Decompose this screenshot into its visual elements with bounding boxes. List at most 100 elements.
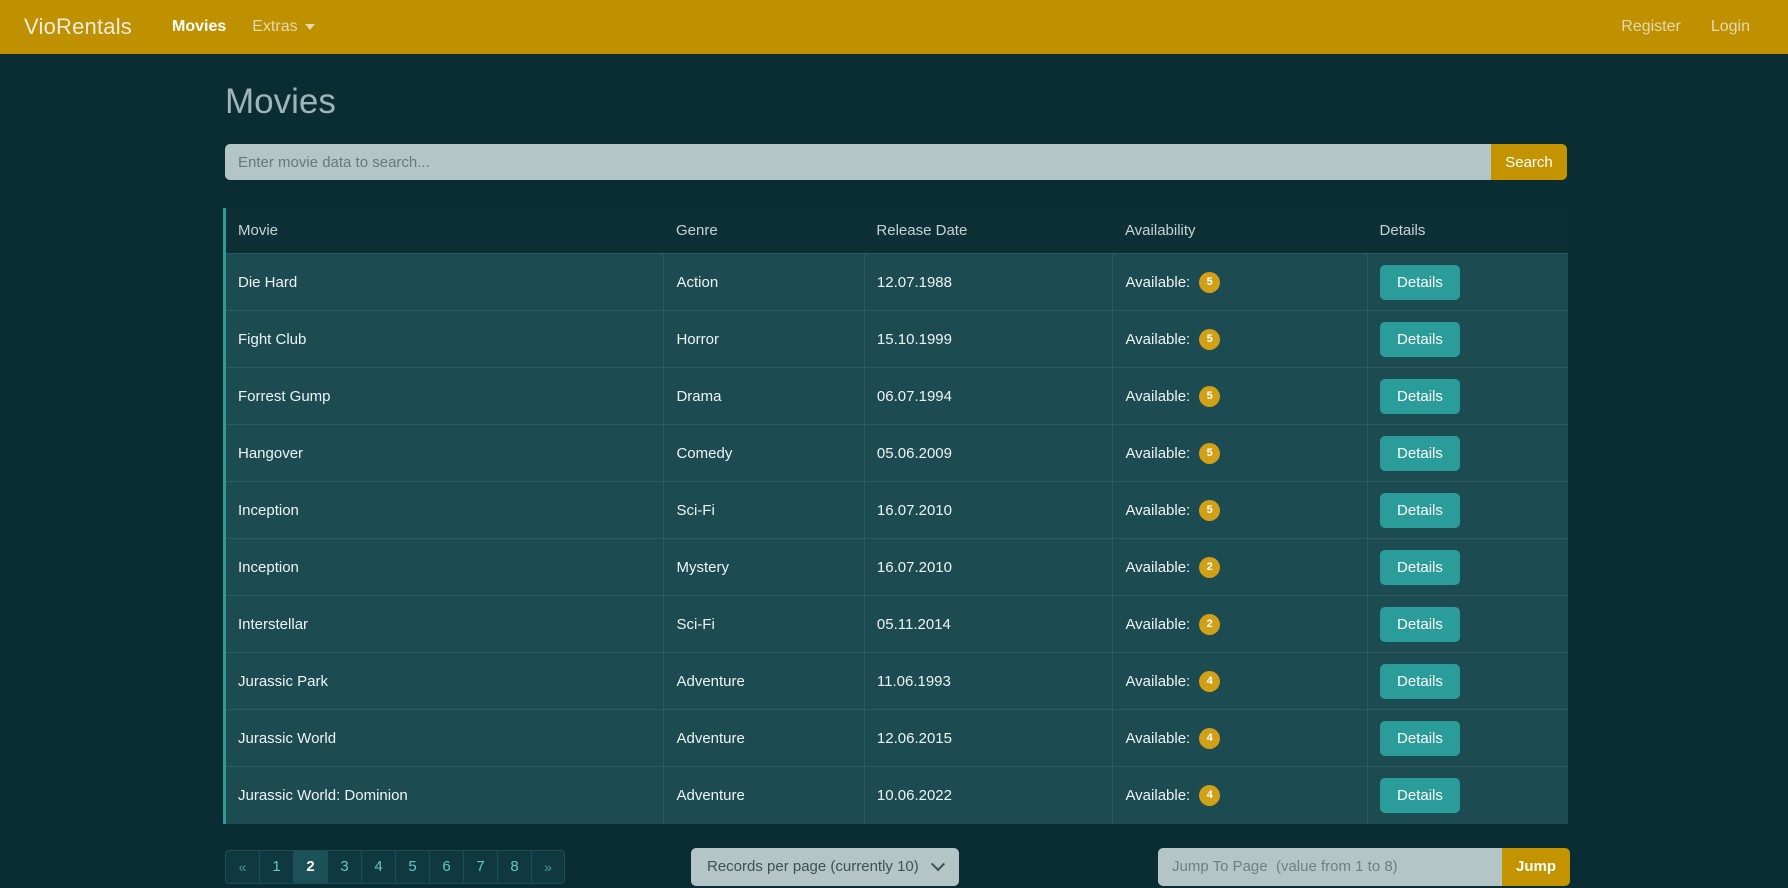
availability-badge: 4 [1199,727,1221,749]
pagination-page-1[interactable]: 1 [259,849,293,884]
pagination-prev[interactable]: « [225,849,259,884]
availability-group: Available: 4 [1125,670,1367,692]
table-row: Inception Mystery 16.07.2010 Available: 2 Det… [226,538,1568,596]
availability-group: Available: 2 [1125,613,1367,635]
cell-genre: Sci-Fi [663,481,865,539]
cell-movie: Forrest Gump [226,367,665,425]
cell-genre: Adventure [663,766,865,824]
cell-release-date: 16.07.2010 [864,481,1114,539]
cell-movie: Die Hard [226,253,665,311]
details-button[interactable]: Details [1380,492,1460,528]
details-button[interactable]: Details [1380,321,1460,357]
search-input[interactable] [225,144,1491,180]
availability-label: Available: [1125,558,1191,576]
pagination-page-7[interactable]: 7 [463,849,497,884]
pagination: «1 2 3 4 5 6 7 8» [225,849,565,884]
brand-logo[interactable]: VioRentals [24,14,132,40]
jump-to-page-input[interactable] [1158,847,1502,886]
nav-link-movies-label: Movies [172,18,227,35]
details-button[interactable]: Details [1380,378,1460,414]
availability-label: Available: [1125,501,1191,519]
login-link[interactable]: Login [1711,18,1750,36]
cell-movie: Jurassic World: Dominion [226,766,665,824]
table-row: Die Hard Action 12.07.1988 Available: 5 Detai… [226,253,1568,311]
cell-details: Details [1367,595,1568,653]
cell-release-date: 11.06.1993 [864,652,1114,710]
cell-availability: Available: 4 [1112,766,1369,824]
pagination-page-4[interactable]: 4 [361,849,395,884]
cell-release-date: 16.07.2010 [864,538,1114,596]
cell-movie: Inception [226,538,665,596]
cell-availability: Available: 5 [1112,253,1369,311]
pagination-page-5[interactable]: 5 [395,849,429,884]
availability-label: Available: [1125,387,1191,405]
content-container: Movies Search Movie Genre Release Date A… [222,82,1570,886]
availability-group: Available: 5 [1125,442,1367,464]
availability-label: Available: [1125,444,1191,462]
records-per-page-select[interactable]: Records per page (currently 10) [691,847,959,886]
availability-label: Available: [1125,615,1191,633]
cell-availability: Available: 5 [1112,481,1369,539]
details-button[interactable]: Details [1380,264,1460,300]
cell-genre: Sci-Fi [663,595,865,653]
cell-genre: Comedy [663,424,865,482]
nav-link-extras[interactable]: Extras [252,18,315,36]
cell-details: Details [1367,424,1568,482]
table-body: Die Hard Action 12.07.1988 Available: 5 Detai… [226,253,1568,824]
table-row: Jurassic Park Adventure 11.06.1993 Availabl… [226,652,1568,710]
details-button[interactable]: Details [1380,720,1460,756]
availability-label: Available: [1125,786,1191,804]
cell-details: Details [1367,481,1568,539]
nav-link-movies[interactable]: Movies [172,18,226,36]
cell-details: Details [1367,538,1568,596]
nav-link-extras-label: Extras [252,18,298,35]
details-button[interactable]: Details [1380,606,1460,642]
pagination-page-8[interactable]: 8 [497,849,531,884]
availability-badge: 5 [1199,499,1221,521]
navbar: VioRentals Movies Extras Register Login [0,0,1788,54]
pagination-next[interactable]: » [531,849,565,884]
availability-group: Available: 5 [1125,328,1367,350]
availability-label: Available: [1125,729,1191,747]
movies-table-wrapper: Movie Genre Release Date Availability De… [223,208,1568,824]
cell-availability: Available: 4 [1112,709,1369,767]
pagination-page-6[interactable]: 6 [429,849,463,884]
cell-details: Details [1367,652,1568,710]
availability-group: Available: 5 [1125,499,1367,521]
availability-badge: 4 [1199,784,1221,806]
nav-links: Movies Extras [172,18,315,36]
cell-genre: Adventure [663,652,865,710]
table-row: Interstellar Sci-Fi 05.11.2014 Available: 2 D… [226,595,1568,653]
cell-release-date: 05.11.2014 [864,595,1114,653]
availability-badge: 2 [1199,613,1221,635]
table-row: Hangover Comedy 05.06.2009 Available: 5 Detai… [226,424,1568,482]
register-link[interactable]: Register [1621,18,1681,36]
cell-movie: Fight Club [226,310,665,368]
cell-release-date: 15.10.1999 [864,310,1114,368]
details-button[interactable]: Details [1380,435,1460,471]
table-row: Fight Club Horror 15.10.1999 Available: 5 Det… [226,310,1568,368]
records-per-page-label: Records per page (currently 10) [707,858,919,875]
column-header-genre: Genre [663,208,865,254]
jump-to-page-group: Jump [1158,847,1570,886]
search-button[interactable]: Search [1491,144,1567,180]
cell-availability: Available: 2 [1112,538,1369,596]
cell-details: Details [1367,367,1568,425]
table-row: Jurassic World: Dominion Adventure 10.06.2… [226,766,1568,824]
availability-group: Available: 5 [1125,385,1367,407]
chevron-down-icon [930,856,945,871]
availability-group: Available: 5 [1125,271,1367,293]
pagination-page-3[interactable]: 3 [327,849,361,884]
cell-movie: Interstellar [226,595,665,653]
cell-movie: Jurassic World [226,709,665,767]
details-button[interactable]: Details [1380,663,1460,699]
availability-group: Available: 4 [1125,727,1367,749]
details-button[interactable]: Details [1380,777,1460,813]
pagination-page-2[interactable]: 2 [293,849,327,884]
availability-group: Available: 4 [1125,784,1367,806]
jump-button[interactable]: Jump [1502,847,1570,886]
availability-label: Available: [1125,330,1191,348]
availability-label: Available: [1125,672,1191,690]
details-button[interactable]: Details [1380,549,1460,585]
cell-release-date: 10.06.2022 [864,766,1114,824]
